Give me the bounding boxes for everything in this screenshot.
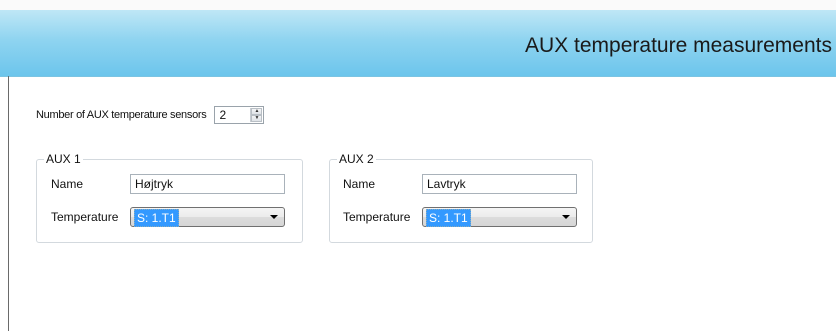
aux2-temperature-label: Temperature [343, 210, 411, 224]
aux2-name-label: Name [343, 177, 376, 191]
aux1-temperature-label: Temperature [51, 210, 119, 224]
sensor-count-stepper[interactable]: 2 ▲ ▼ [214, 106, 265, 124]
aux1-name-label: Name [51, 177, 84, 191]
page-title: AUX temperature measurements [525, 34, 832, 57]
sensor-count-value[interactable]: 2 [215, 107, 250, 123]
down-arrow-icon[interactable]: ▼ [251, 115, 263, 122]
window-top-strip [0, 0, 836, 10]
aux2-name-field[interactable]: Lavtryk [422, 174, 577, 194]
aux2-temperature-value: S: 1.T1 [426, 209, 471, 227]
page-header: AUX temperature measurements [0, 10, 836, 77]
sensor-count-row: Number of AUX temperature sensors 2 ▲ ▼ [36, 105, 265, 125]
aux2-groupbox: AUX 2 Name Lavtryk Temperature S: 1.T1 [329, 152, 593, 243]
aux1-temperature-value: S: 1.T1 [134, 209, 179, 227]
chevron-down-icon[interactable] [562, 215, 570, 219]
stepper-buttons: ▲ ▼ [250, 108, 263, 122]
sensor-count-label: Number of AUX temperature sensors [36, 109, 207, 121]
aux1-temperature-select[interactable]: S: 1.T1 [130, 207, 285, 227]
aux1-groupbox: AUX 1 Name Højtryk Temperature S: 1.T1 [36, 152, 303, 243]
up-arrow-icon[interactable]: ▲ [251, 108, 263, 115]
aux1-name-field[interactable]: Højtryk [130, 174, 285, 194]
aux2-temperature-select[interactable]: S: 1.T1 [422, 207, 577, 227]
aux1-legend: AUX 1 [44, 152, 83, 166]
chevron-down-icon[interactable] [270, 215, 278, 219]
panel-left-border [8, 76, 9, 331]
aux2-legend: AUX 2 [337, 152, 376, 166]
